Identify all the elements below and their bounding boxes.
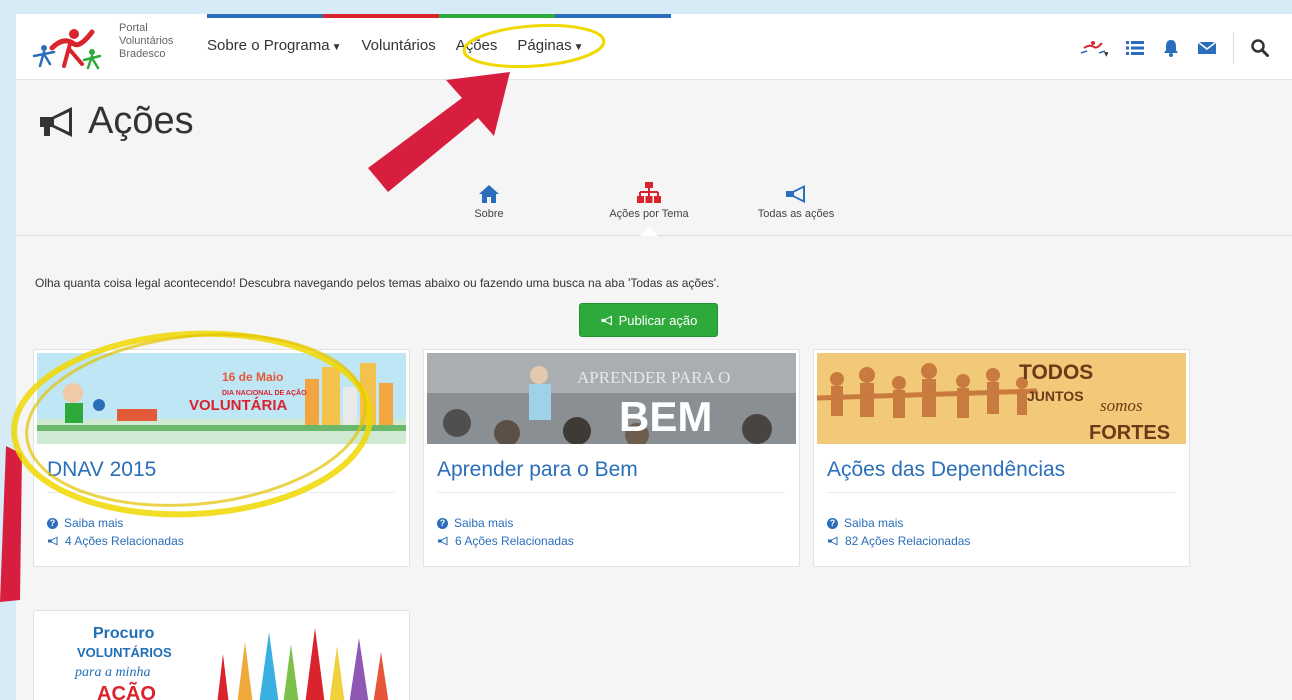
card-title[interactable]: Aprender para o Bem — [437, 458, 638, 482]
envelope-icon[interactable] — [1197, 38, 1217, 58]
learn-more-link[interactable]: ? Saiba mais — [437, 516, 513, 530]
banner-line-3: somos — [1100, 396, 1143, 415]
bell-icon[interactable] — [1161, 38, 1181, 58]
list-icon[interactable] — [1125, 38, 1145, 58]
card-banner-image[interactable]: TODOS JUNTOS somos FORTES — [817, 353, 1186, 444]
banner-title: BEM — [619, 393, 712, 440]
divider — [47, 492, 395, 493]
top-navbar: Portal Voluntários Bradesco Sobre o Prog… — [16, 14, 1292, 80]
banner-date: 16 de Maio — [222, 370, 283, 384]
active-tab-indicator — [640, 227, 658, 236]
logo-text: Portal Voluntários Bradesco — [119, 22, 174, 60]
nav-item-acoes[interactable]: Ações — [456, 37, 498, 54]
banner-line-3: para a minha — [74, 665, 150, 680]
tab-todas-as-acoes[interactable]: Todas as ações — [751, 180, 841, 220]
banner-subtitle: DIA NACIONAL DE AÇÃO — [222, 388, 307, 397]
nav-item-paginas[interactable]: Páginas ▼ — [517, 37, 583, 54]
related-actions-link[interactable]: 6 Ações Relacionadas — [437, 534, 574, 548]
avatar-icon[interactable]: ▼ — [1077, 38, 1109, 58]
card-banner-image[interactable]: 16 de Maio DIA NACIONAL DE AÇÃO VOLUNTÁR… — [37, 353, 406, 444]
main-nav: Sobre o Programa ▼ Voluntários Ações Pági… — [207, 37, 584, 54]
card-title[interactable]: DNAV 2015 — [47, 458, 156, 482]
card-banner-image[interactable]: Procuro VOLUNTÁRIOS para a minha AÇÃO — [37, 614, 406, 700]
theme-card[interactable]: 16 de Maio DIA NACIONAL DE AÇÃO VOLUNTÁR… — [33, 349, 410, 567]
bullhorn-icon — [786, 185, 805, 203]
banner-line-4: FORTES — [1089, 422, 1170, 444]
nav-item-sobre-o-programa[interactable]: Sobre o Programa ▼ — [207, 37, 341, 54]
search-icon[interactable] — [1250, 38, 1270, 58]
banner-title: VOLUNTÁRIA — [189, 397, 287, 414]
question-circle-icon: ? — [827, 517, 838, 529]
divider — [1233, 32, 1234, 64]
related-actions-link[interactable]: 82 Ações Relacionadas — [827, 534, 970, 548]
question-circle-icon: ? — [437, 517, 448, 529]
tab-sobre[interactable]: Sobre — [464, 180, 514, 220]
banner-line-4: AÇÃO — [97, 682, 156, 700]
related-actions-link[interactable]: 4 Ações Relacionadas — [47, 534, 184, 548]
sitemap-icon — [637, 182, 661, 203]
home-icon — [479, 185, 499, 203]
bullhorn-icon — [40, 106, 72, 137]
banner-line-1: TODOS — [1019, 361, 1093, 384]
banner-line-2: JUNTOS — [1027, 388, 1084, 404]
bullhorn-icon — [601, 315, 612, 325]
card-title[interactable]: Ações das Dependências — [827, 458, 1065, 482]
intro-text: Olha quanta coisa legal acontecendo! Des… — [35, 276, 720, 290]
divider — [827, 492, 1175, 493]
navbar-actions: ▼ — [1077, 32, 1270, 64]
color-stripe — [207, 14, 671, 18]
banner-subtitle: APRENDER PARA O — [577, 368, 730, 387]
card-banner-image[interactable]: APRENDER PARA O BEM — [427, 353, 796, 444]
tab-acoes-por-tema[interactable]: Ações por Tema — [599, 180, 699, 220]
divider — [437, 492, 785, 493]
section-tabs: Sobre Ações por Tema Todas as ações — [16, 174, 1292, 236]
page-title: Ações — [36, 100, 194, 143]
browser-viewport: Portal Voluntários Bradesco Sobre o Prog… — [16, 14, 1292, 700]
question-circle-icon: ? — [47, 517, 58, 529]
publish-action-button[interactable]: Publicar ação — [579, 303, 718, 337]
theme-card[interactable]: TODOS JUNTOS somos FORTES Ações das Depe… — [813, 349, 1190, 567]
banner-line-1: Procuro — [93, 625, 155, 642]
theme-card[interactable]: Procuro VOLUNTÁRIOS para a minha AÇÃO — [33, 610, 410, 700]
theme-card[interactable]: APRENDER PARA O BEM Aprender para o Bem … — [423, 349, 800, 567]
caret-down-icon: ▼ — [331, 42, 342, 53]
caret-down-icon: ▼ — [573, 42, 584, 53]
banner-line-2: VOLUNTÁRIOS — [77, 645, 172, 660]
nav-item-voluntarios[interactable]: Voluntários — [361, 37, 435, 54]
svg-text:▼: ▼ — [1104, 51, 1108, 57]
bullhorn-icon — [48, 536, 58, 546]
portal-logo[interactable] — [30, 22, 102, 72]
learn-more-link[interactable]: ? Saiba mais — [47, 516, 123, 530]
learn-more-link[interactable]: ? Saiba mais — [827, 516, 903, 530]
bullhorn-icon — [828, 536, 838, 546]
bullhorn-icon — [438, 536, 448, 546]
